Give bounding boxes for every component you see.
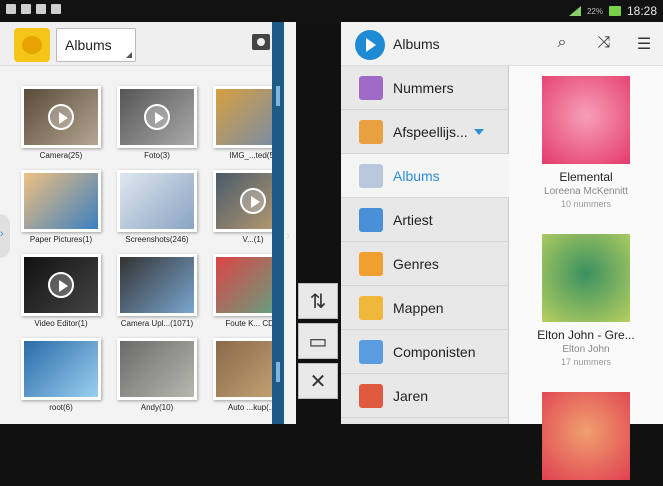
track-count: 17 nummers [560, 357, 612, 367]
album-thumbnail [21, 338, 101, 400]
album-title: Elton John - Gre... [537, 328, 635, 342]
album-card[interactable]: Elemental Loreena McKennitt 10 nummers [509, 76, 663, 209]
camera-icon[interactable] [252, 34, 270, 50]
category-icon [359, 207, 383, 232]
side-panel-handle[interactable]: › [0, 214, 10, 258]
gallery-app-icon[interactable] [14, 28, 50, 62]
swap-windows-button[interactable]: ⇅ [298, 283, 338, 319]
download-icon [51, 4, 61, 14]
album-card[interactable]: Elton John - Gre... Elton John 17 nummers [509, 234, 663, 367]
music-title: Albums [393, 36, 440, 52]
album-thumbnail [21, 170, 101, 232]
chevron-down-icon[interactable] [473, 128, 484, 135]
split-tools: ⇅ ▭ ✕ [298, 283, 338, 403]
nav-item-genres[interactable]: Genres [341, 242, 509, 286]
album-art [542, 234, 630, 322]
gallery-pane: Albums › Camera(25) Foto(3) IMG_...ted(5) P… [0, 22, 293, 424]
album-label: root(6) [49, 403, 73, 412]
music-app-icon[interactable] [355, 30, 385, 60]
album-label: Video Editor(1) [34, 319, 88, 328]
album-tile[interactable]: Foto(3) [114, 86, 200, 160]
nav-item-componisten[interactable]: Componisten [341, 330, 509, 374]
nav-item-afspeellijs[interactable]: Afspeellijs... [341, 110, 509, 154]
nav-item-artiest[interactable]: Artiest [341, 198, 509, 242]
divider-arrow-icon[interactable]: › [286, 228, 290, 242]
nav-label: Afspeellijs... [393, 123, 468, 140]
album-thumbnail [21, 86, 101, 148]
album-tile[interactable]: root(6) [18, 338, 104, 412]
close-window-button[interactable]: ✕ [298, 363, 338, 399]
album-art [542, 392, 630, 480]
maximize-button[interactable]: ▭ [298, 323, 338, 359]
category-icon [359, 119, 383, 144]
play-icon [48, 272, 74, 298]
usb-icon [21, 4, 31, 14]
nav-item-jaren[interactable]: Jaren [341, 374, 509, 418]
category-icon [359, 383, 383, 408]
track-count: 10 nummers [560, 199, 612, 209]
nav-item-mappen[interactable]: Mappen [341, 286, 509, 330]
split-divider[interactable] [272, 22, 284, 424]
signal-icon [568, 6, 581, 16]
search-icon[interactable]: ⌕ [551, 34, 573, 52]
music-pane: Albums ⌕ ⤨ ☰ Nummers Afspeellijs... Albums… [341, 22, 663, 480]
nav-item-nummers[interactable]: Nummers [341, 66, 509, 110]
album-label: Camera Upl...(1071) [120, 319, 194, 328]
nav-label: Genres [393, 255, 439, 272]
album-artist: Loreena McKennitt [544, 186, 628, 197]
album-art [542, 76, 630, 164]
notification-icons [6, 4, 61, 14]
album-card[interactable] [509, 392, 663, 486]
album-label: Andy(10) [140, 403, 174, 412]
gallery-action-bar: Albums [0, 22, 272, 66]
shuffle-icon[interactable]: ⤨ [593, 34, 615, 52]
album-label: Foto(3) [144, 151, 170, 160]
album-list: Elemental Loreena McKennitt 10 nummers Elto… [509, 66, 663, 480]
divider-grip-bottom [276, 362, 280, 382]
nav-label: Componisten [393, 343, 476, 360]
music-action-bar: Albums ⌕ ⤨ ☰ [341, 22, 663, 66]
battery-percent: 22% [586, 6, 603, 16]
category-icon [359, 163, 383, 188]
status-bar: 22% 18:28 [0, 0, 663, 22]
battery-icon [608, 6, 621, 16]
album-tile[interactable]: Video Editor(1) [18, 254, 104, 328]
divider-gap [284, 22, 296, 424]
play-icon [240, 188, 266, 214]
album-tile[interactable]: Paper Pictures(1) [18, 170, 104, 244]
nav-label: Albums [393, 167, 440, 184]
screenshot-icon [6, 4, 16, 14]
album-view-dropdown[interactable]: Albums [56, 28, 136, 62]
album-thumbnail [117, 86, 197, 148]
nav-item-albums[interactable]: Albums [341, 154, 509, 198]
nav-label: Mappen [393, 299, 444, 316]
album-title: Elemental [559, 170, 613, 184]
album-label: Paper Pictures(1) [29, 235, 93, 244]
album-thumbnail [117, 338, 197, 400]
album-tile[interactable]: Camera(25) [18, 86, 104, 160]
clock: 18:28 [626, 4, 657, 18]
volume-icon [36, 4, 46, 14]
music-nav: Nummers Afspeellijs... Albums Artiest Genres… [341, 66, 509, 424]
album-tile[interactable]: Camera Upl...(1071) [114, 254, 200, 328]
menu-icon[interactable]: ☰ [633, 34, 655, 54]
category-icon [359, 339, 383, 364]
play-icon [144, 104, 170, 130]
album-label: Camera(25) [39, 151, 83, 160]
category-icon [359, 75, 383, 100]
album-artist: Elton John [562, 344, 610, 355]
album-label: Screenshots(246) [125, 235, 189, 244]
category-icon [359, 251, 383, 276]
divider-grip-top [276, 86, 280, 106]
nav-label: Nummers [393, 79, 454, 96]
nav-label: Artiest [393, 211, 433, 228]
album-thumbnail [21, 254, 101, 316]
play-icon [48, 104, 74, 130]
category-icon [359, 295, 383, 320]
album-tile[interactable]: Screenshots(246) [114, 170, 200, 244]
album-thumbnail [117, 254, 197, 316]
album-tile[interactable]: Andy(10) [114, 338, 200, 412]
nav-label: Jaren [393, 387, 429, 404]
album-thumbnail [117, 170, 197, 232]
